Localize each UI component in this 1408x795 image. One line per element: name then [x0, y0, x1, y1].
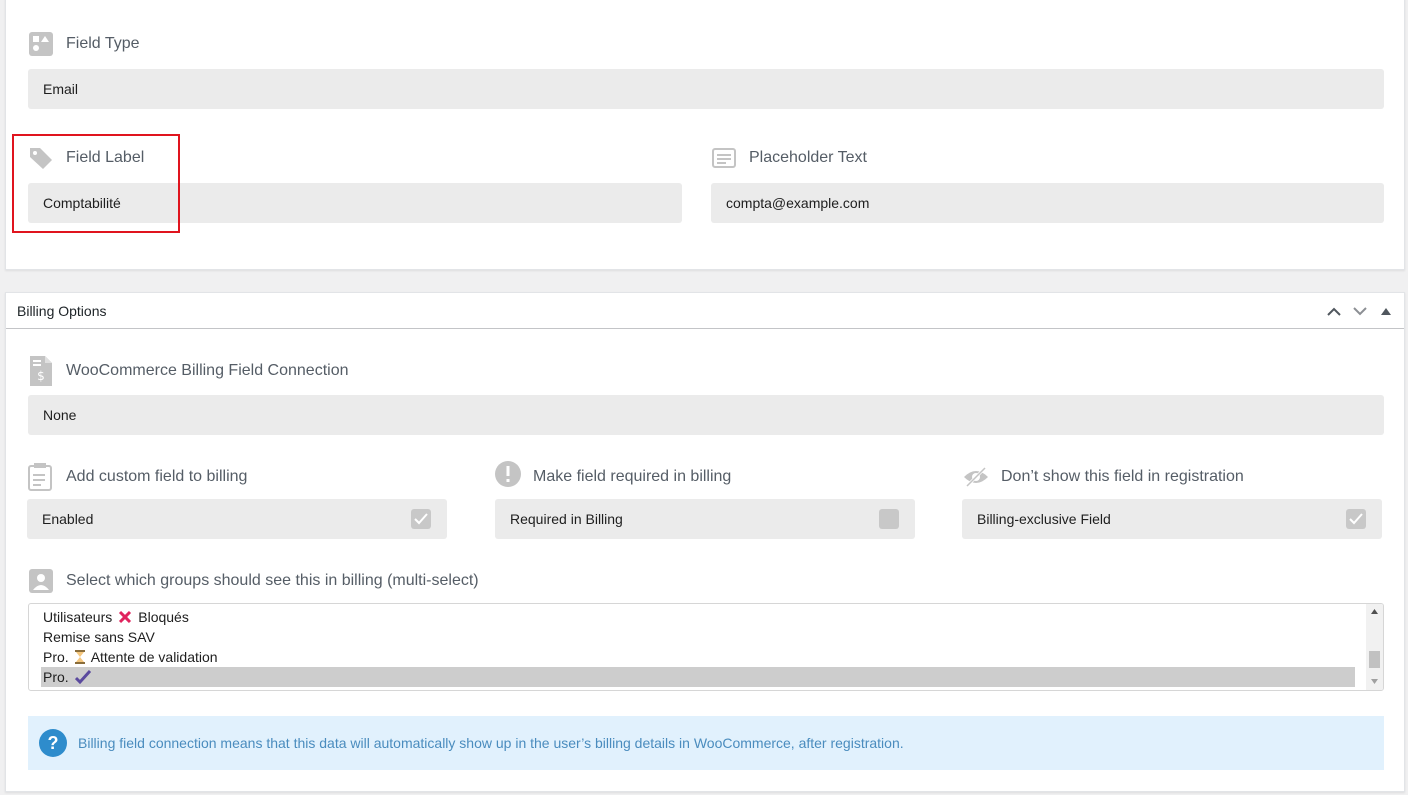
scrollbar-thumb[interactable]	[1369, 651, 1380, 668]
group-option[interactable]: Utilisateurs Bloqués	[41, 607, 1355, 627]
move-down-icon[interactable]	[1350, 301, 1370, 321]
add-custom-value: Enabled	[42, 511, 94, 527]
add-custom-label-row: Add custom field to billing	[28, 462, 247, 492]
group-option-text: Utilisateurs	[43, 609, 113, 625]
question-icon: ?	[39, 729, 67, 757]
hide-registration-value: Billing-exclusive Field	[977, 511, 1111, 527]
required-checkbox-field[interactable]: Required in Billing	[495, 499, 915, 539]
notice-text: Billing field connection means that this…	[78, 735, 904, 751]
required-label: Make field required in billing	[533, 468, 732, 485]
add-custom-label: Add custom field to billing	[66, 468, 248, 485]
placeholder-label-row: Placeholder Text	[711, 143, 867, 173]
connection-label: WooCommerce Billing Field Connection	[66, 362, 349, 379]
field-type-select[interactable]: Email	[28, 69, 1384, 109]
scroll-up-arrow-icon[interactable]	[1366, 604, 1383, 618]
billing-panel-header: Billing Options	[6, 293, 1404, 329]
group-option-text-after: Bloqués	[138, 609, 189, 625]
hide-registration-label-row: Don’t show this field in registration	[963, 462, 1244, 492]
field-type-label-row: Field Type	[28, 29, 140, 59]
add-custom-checkbox-field[interactable]: Enabled	[27, 499, 447, 539]
group-option[interactable]: Remise sans SAV	[41, 627, 1355, 647]
shapes-icon	[28, 31, 54, 57]
field-label-highlight-box	[12, 134, 180, 233]
group-option-text: Remise sans SAV	[43, 629, 155, 645]
connection-label-row: $ WooCommerce Billing Field Connection	[28, 356, 349, 386]
text-lines-icon	[711, 145, 737, 171]
hide-registration-label: Don’t show this field in registration	[1001, 468, 1244, 485]
exclamation-icon	[495, 461, 521, 487]
required-checkbox[interactable]	[879, 509, 899, 529]
groups-label-row: Select which groups should see this in b…	[28, 566, 479, 596]
placeholder-label: Placeholder Text	[749, 149, 867, 166]
billing-info-notice: ? Billing field connection means that th…	[28, 716, 1384, 770]
required-label-row: Make field required in billing	[495, 459, 731, 489]
collapse-toggle-icon[interactable]	[1376, 301, 1396, 321]
invoice-icon: $	[28, 355, 54, 387]
group-option[interactable]: Pro. Attente de validation	[41, 647, 1355, 667]
billing-panel-title: Billing Options	[17, 302, 107, 319]
field-settings-panel: Field Type Email Field Label Comptabilit…	[5, 0, 1405, 270]
cross-mark-icon	[118, 610, 132, 624]
eye-slash-icon	[963, 464, 989, 490]
placeholder-input[interactable]: compta@example.com	[711, 183, 1384, 223]
hide-registration-checkbox-field[interactable]: Billing-exclusive Field	[962, 499, 1382, 539]
group-option-text: Pro.	[43, 669, 69, 685]
user-card-icon	[28, 568, 54, 594]
hourglass-icon	[74, 650, 85, 664]
group-option-text-after: Attente de validation	[90, 649, 218, 665]
groups-label: Select which groups should see this in b…	[66, 572, 479, 589]
scroll-down-arrow-icon[interactable]	[1366, 674, 1383, 688]
group-option-selected[interactable]: Pro.	[41, 667, 1355, 687]
connection-select[interactable]: None	[28, 395, 1384, 435]
required-value: Required in Billing	[510, 511, 623, 527]
svg-text:$: $	[37, 369, 45, 383]
hide-registration-checkbox[interactable]	[1346, 509, 1366, 529]
group-option-text: Pro.	[43, 649, 69, 665]
groups-multiselect[interactable]: Utilisateurs Bloqués Remise sans SAV Pro…	[28, 603, 1384, 691]
multiselect-scrollbar[interactable]	[1366, 604, 1383, 690]
add-custom-checkbox[interactable]	[411, 509, 431, 529]
move-up-icon[interactable]	[1324, 301, 1344, 321]
check-mark-icon	[74, 670, 91, 684]
billing-options-panel: Billing Options $ WooCommerce Billing Fi…	[5, 292, 1405, 792]
clipboard-icon	[28, 463, 54, 491]
field-type-label: Field Type	[66, 35, 140, 52]
